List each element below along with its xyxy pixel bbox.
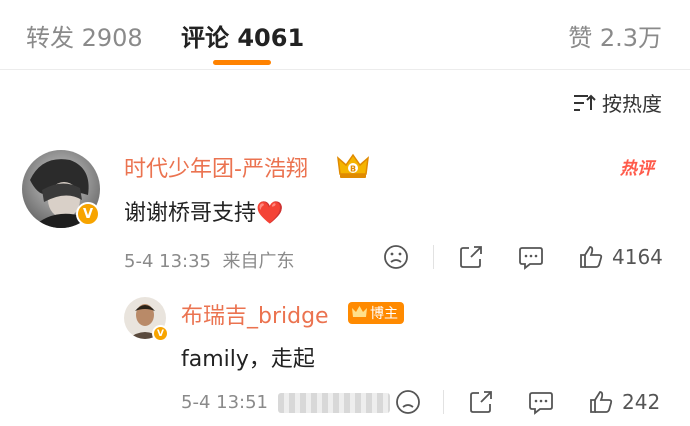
reply-like-button[interactable]: 242 <box>588 389 660 415</box>
tab-likes[interactable]: 赞 2.3万 <box>568 18 662 53</box>
thumbs-up-icon <box>580 246 603 268</box>
sort-label: 按热度 <box>602 92 662 116</box>
sort-icon <box>574 94 596 111</box>
reply-username[interactable]: 布瑞吉_bridge <box>181 298 329 330</box>
blogger-badge: 博主 <box>348 302 404 324</box>
dislike-face-icon <box>384 245 408 269</box>
like-count: 4164 <box>612 245 663 269</box>
heart-emoji: ❤️ <box>256 201 284 226</box>
tab-comments[interactable]: 评论 4061 <box>181 18 304 53</box>
svg-text:B: B <box>350 165 356 174</box>
crown-icon <box>352 306 367 317</box>
tab-bar: 转发 2908 评论 4061 赞 2.3万 <box>0 0 690 70</box>
comment-meta: 5-4 13:35 来自广东 <box>124 247 294 273</box>
comment-location: 来自广东 <box>222 251 295 272</box>
comment-icon <box>529 392 553 415</box>
reply-share-button[interactable] <box>468 389 494 415</box>
action-divider <box>433 245 434 269</box>
reply-button[interactable] <box>518 244 544 270</box>
verified-badge-icon: V <box>76 202 100 226</box>
masked-location <box>278 393 390 413</box>
comment-text: 谢谢桥哥支持❤️ <box>124 201 284 226</box>
action-divider <box>443 390 444 414</box>
reply-time: 5-4 13:51 <box>181 392 268 413</box>
reply-like-count: 242 <box>622 390 661 414</box>
hot-comment-badge: 热评 <box>620 159 654 179</box>
thumbs-up-icon <box>590 391 613 413</box>
share-icon <box>460 246 482 268</box>
reply-comment-button[interactable] <box>528 389 554 415</box>
reply-text: family，走起 <box>181 347 315 372</box>
dislike-button[interactable] <box>383 244 409 270</box>
share-button[interactable] <box>458 244 484 270</box>
comment-time: 5-4 13:35 <box>124 251 211 272</box>
active-tab-indicator <box>213 60 271 65</box>
dislike-face-icon <box>396 390 420 414</box>
reply-verified-badge-icon: V <box>152 325 169 342</box>
comment-icon <box>519 247 543 270</box>
comment-username[interactable]: 时代少年团-严浩翔 <box>124 151 308 183</box>
tab-repost[interactable]: 转发 2908 <box>26 18 143 53</box>
sort-by-hot-button[interactable]: 按热度 <box>572 88 662 117</box>
like-button[interactable]: 4164 <box>578 244 663 270</box>
reply-dislike-button[interactable] <box>395 389 421 415</box>
share-icon <box>470 391 492 413</box>
crown-icon: B <box>337 153 369 178</box>
